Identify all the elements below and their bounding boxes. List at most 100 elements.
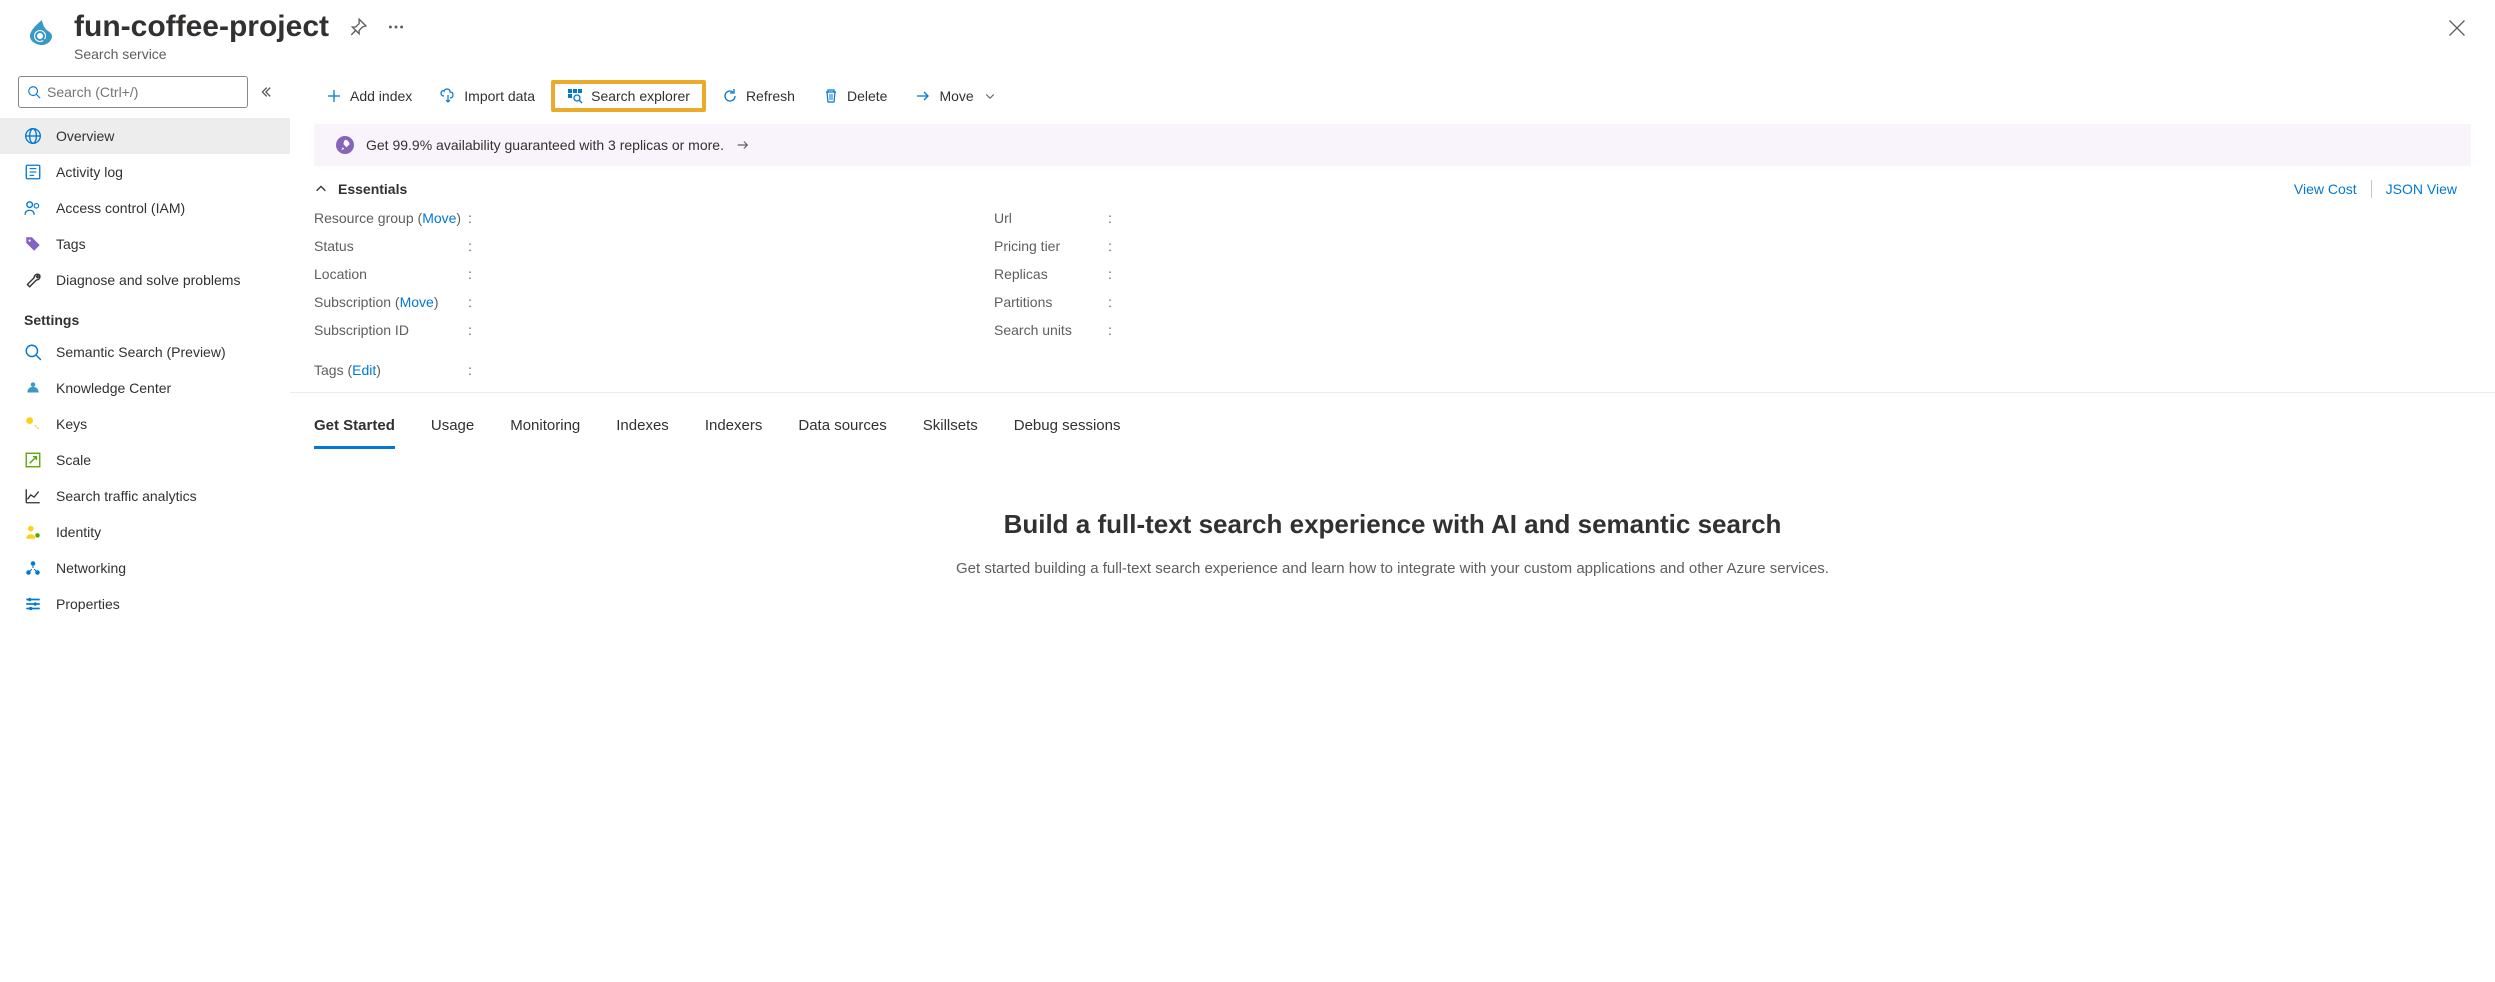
sidebar-item-label: Activity log — [56, 164, 123, 180]
tab-indexers[interactable]: Indexers — [705, 411, 763, 449]
search-icon — [27, 85, 41, 99]
tab-skillsets[interactable]: Skillsets — [923, 411, 978, 449]
toolbar-label: Add index — [350, 88, 412, 104]
ess-row-resource-group: Resource group (Move): — [314, 210, 934, 226]
sidebar-item-search-traffic[interactable]: Search traffic analytics — [0, 478, 290, 514]
sidebar-item-label: Overview — [56, 128, 114, 144]
page-title: fun-coffee-project — [74, 10, 329, 44]
essentials-body: Resource group (Move): Status: Location:… — [290, 204, 2495, 348]
sidebar-search-input[interactable] — [47, 84, 239, 100]
ess-row-location: Location: — [314, 266, 934, 282]
arrow-right-icon — [736, 138, 750, 152]
sidebar-item-networking[interactable]: Networking — [0, 550, 290, 586]
more-icon[interactable] — [387, 18, 405, 36]
delete-button[interactable]: Delete — [811, 82, 899, 110]
sidebar: Overview Activity log Access control (IA… — [0, 68, 290, 622]
search-explorer-icon — [567, 88, 583, 104]
scale-icon — [24, 451, 42, 469]
hero-subtitle: Get started building a full-text search … — [943, 558, 1843, 581]
ess-row-subscription-id: Subscription ID: — [314, 322, 934, 338]
page-subtitle: Search service — [74, 46, 405, 62]
chart-icon — [24, 487, 42, 505]
sidebar-item-properties[interactable]: Properties — [0, 586, 290, 622]
ess-row-partitions: Partitions: — [994, 294, 1112, 310]
sidebar-item-access-control[interactable]: Access control (IAM) — [0, 190, 290, 226]
tab-get-started[interactable]: Get Started — [314, 411, 395, 449]
sidebar-item-semantic-search[interactable]: Semantic Search (Preview) — [0, 334, 290, 370]
key-icon — [24, 415, 42, 433]
sidebar-item-identity[interactable]: Identity — [0, 514, 290, 550]
ess-row-pricing-tier: Pricing tier: — [994, 238, 1112, 254]
toolbar-label: Delete — [847, 88, 887, 104]
sidebar-item-label: Access control (IAM) — [56, 200, 185, 216]
chevron-down-icon — [984, 90, 996, 102]
search-explorer-button[interactable]: Search explorer — [551, 80, 706, 112]
tab-usage[interactable]: Usage — [431, 411, 474, 449]
import-icon — [440, 88, 456, 104]
view-cost-link[interactable]: View Cost — [2280, 181, 2371, 197]
sidebar-item-knowledge-center[interactable]: Knowledge Center — [0, 370, 290, 406]
tab-data-sources[interactable]: Data sources — [798, 411, 886, 449]
hero-section: Build a full-text search experience with… — [290, 449, 2495, 601]
tab-indexes[interactable]: Indexes — [616, 411, 669, 449]
json-view-link[interactable]: JSON View — [2372, 181, 2471, 197]
sidebar-item-label: Tags — [56, 236, 86, 252]
trash-icon — [823, 88, 839, 104]
close-icon[interactable] — [2447, 18, 2467, 38]
sidebar-item-tags[interactable]: Tags — [0, 226, 290, 262]
sidebar-item-label: Diagnose and solve problems — [56, 272, 240, 288]
refresh-icon — [722, 88, 738, 104]
move-link[interactable]: Move — [422, 210, 456, 226]
plus-icon — [326, 88, 342, 104]
tab-debug-sessions[interactable]: Debug sessions — [1014, 411, 1121, 449]
sidebar-item-label: Scale — [56, 452, 91, 468]
import-data-button[interactable]: Import data — [428, 82, 547, 110]
ess-row-status: Status: — [314, 238, 934, 254]
page-header: fun-coffee-project Search service — [0, 0, 2495, 68]
identity-icon — [24, 523, 42, 541]
sidebar-item-label: Semantic Search (Preview) — [56, 344, 226, 360]
collapse-sidebar-icon[interactable] — [258, 85, 272, 99]
service-icon — [24, 14, 60, 50]
arrow-right-icon — [915, 88, 931, 104]
knowledge-icon — [24, 379, 42, 397]
sidebar-item-scale[interactable]: Scale — [0, 442, 290, 478]
sidebar-search[interactable] — [18, 76, 248, 108]
log-icon — [24, 163, 42, 181]
sidebar-item-diagnose[interactable]: Diagnose and solve problems — [0, 262, 290, 298]
toolbar-label: Search explorer — [591, 88, 690, 104]
sidebar-item-overview[interactable]: Overview — [0, 118, 290, 154]
people-icon — [24, 199, 42, 217]
wrench-icon — [24, 271, 42, 289]
toolbar: Add index Import data Search explorer Re… — [290, 68, 2495, 124]
move-link[interactable]: Move — [400, 294, 434, 310]
ess-row-search-units: Search units: — [994, 322, 1112, 338]
sidebar-item-keys[interactable]: Keys — [0, 406, 290, 442]
hero-title: Build a full-text search experience with… — [330, 509, 2455, 540]
essentials-toggle[interactable]: Essentials — [314, 181, 407, 197]
sidebar-item-label: Properties — [56, 596, 120, 612]
tag-icon — [24, 235, 42, 253]
main-content: Add index Import data Search explorer Re… — [290, 68, 2495, 622]
infobar-text: Get 99.9% availability guaranteed with 3… — [366, 137, 724, 153]
availability-info-bar[interactable]: Get 99.9% availability guaranteed with 3… — [314, 124, 2471, 166]
move-button[interactable]: Move — [903, 82, 1007, 110]
sidebar-item-activity-log[interactable]: Activity log — [0, 154, 290, 190]
sidebar-item-label: Knowledge Center — [56, 380, 171, 396]
ess-row-subscription: Subscription (Move): — [314, 294, 934, 310]
refresh-button[interactable]: Refresh — [710, 82, 807, 110]
edit-tags-link[interactable]: Edit — [352, 362, 376, 378]
essentials-title: Essentials — [338, 181, 407, 197]
sidebar-item-label: Keys — [56, 416, 87, 432]
ess-row-url: Url: — [994, 210, 1112, 226]
sidebar-section-settings: Settings — [0, 298, 290, 334]
search-icon — [24, 343, 42, 361]
tab-monitoring[interactable]: Monitoring — [510, 411, 580, 449]
pin-icon[interactable] — [349, 18, 367, 36]
ess-row-tags: Tags (Edit): — [290, 348, 2495, 393]
chevron-up-icon — [314, 182, 328, 196]
ess-row-replicas: Replicas: — [994, 266, 1112, 282]
sidebar-item-label: Identity — [56, 524, 101, 540]
add-index-button[interactable]: Add index — [314, 82, 424, 110]
sidebar-item-label: Search traffic analytics — [56, 488, 197, 504]
